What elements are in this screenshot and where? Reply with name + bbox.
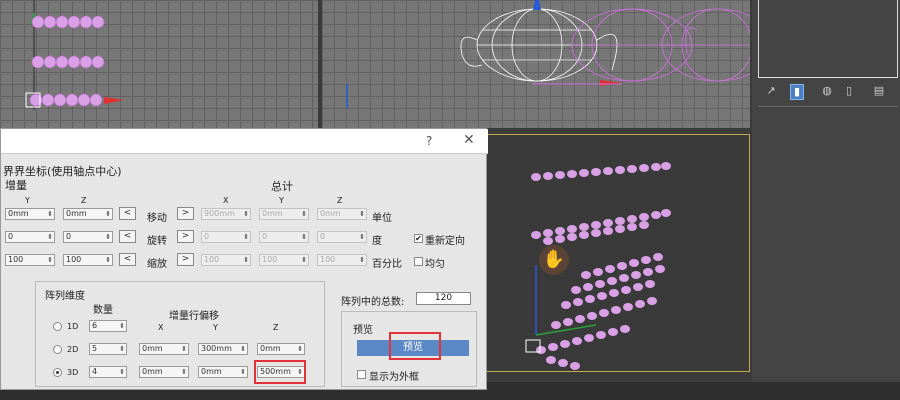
units-label: 单位 bbox=[372, 213, 392, 224]
modify-tab-icon[interactable]: ▮ bbox=[790, 84, 804, 100]
dialog-titlebar: ? ✕ bbox=[1, 129, 488, 154]
row-x-header: X bbox=[158, 323, 164, 332]
perspective-viewport[interactable]: ✋ bbox=[485, 134, 750, 372]
front-viewport-objects bbox=[346, 0, 750, 108]
tot-move-z[interactable]: 0mm ⬍ bbox=[317, 208, 367, 220]
inc-row-offset-label: 增量行偏移 bbox=[169, 311, 219, 322]
count-2d[interactable]: 5 ⬍ bbox=[89, 343, 127, 355]
row3d-z-highlight bbox=[254, 360, 306, 384]
tot-rotate-y[interactable]: 0 ⬍ bbox=[259, 231, 309, 243]
rotate-right-arrow[interactable]: > bbox=[177, 230, 194, 243]
hierarchy-icon[interactable]: ◍ bbox=[820, 84, 834, 100]
scale-label: 缩放 bbox=[147, 259, 167, 270]
move-label: 移动 bbox=[147, 213, 167, 224]
move-left-arrow[interactable]: < bbox=[119, 207, 136, 220]
radio-1d[interactable] bbox=[53, 322, 62, 331]
inc-move-y[interactable]: 0mm ⬍ bbox=[5, 208, 55, 220]
radio-3d[interactable] bbox=[53, 368, 62, 377]
command-panel: ↗ ▮ ◍ ▯ ▤ bbox=[752, 0, 900, 400]
move-right-arrow[interactable]: > bbox=[177, 207, 194, 220]
tot-y-header: Y bbox=[279, 196, 284, 205]
inc-move-z[interactable]: 0mm ⬍ bbox=[63, 208, 113, 220]
show-as-box-label: 显示为外框 bbox=[369, 372, 419, 383]
uniform-checkbox[interactable] bbox=[414, 257, 423, 266]
degrees-label: 度 bbox=[372, 236, 382, 247]
tot-move-x[interactable]: 900mm ⬍ bbox=[201, 208, 251, 220]
row-y-header: Y bbox=[213, 323, 218, 332]
tot-move-y[interactable]: 0mm ⬍ bbox=[259, 208, 309, 220]
inc-y-header: Y bbox=[25, 196, 30, 205]
tot-x-header: X bbox=[223, 196, 229, 205]
help-button[interactable]: ? bbox=[426, 134, 432, 148]
row-z-header: Z bbox=[273, 323, 279, 332]
left-viewport-objects bbox=[25, 0, 124, 110]
rotate-left-arrow[interactable]: < bbox=[119, 230, 136, 243]
preview-group-label: 预览 bbox=[353, 325, 373, 336]
array-dims-label: 阵列维度 bbox=[45, 291, 85, 302]
pin-icon[interactable]: ↗ bbox=[764, 84, 778, 100]
x-axis-gizmo bbox=[104, 97, 124, 104]
tot-scale-x[interactable]: 100 ⬍ bbox=[201, 254, 251, 266]
percent-label: 百分比 bbox=[372, 259, 402, 270]
inc-scale-y[interactable]: 100 ⬍ bbox=[5, 254, 55, 266]
show-as-box-checkbox[interactable] bbox=[357, 370, 366, 379]
scale-right-arrow[interactable]: > bbox=[177, 253, 194, 266]
label-3d: 3D bbox=[67, 368, 79, 377]
count-3d[interactable]: 4 ⬍ bbox=[89, 366, 127, 378]
row3d-y[interactable]: 0mm ⬍ bbox=[198, 366, 248, 378]
tot-z-header: Z bbox=[337, 196, 343, 205]
command-panel-header bbox=[758, 0, 898, 78]
front-viewport[interactable] bbox=[322, 0, 750, 128]
inc-z-header: Z bbox=[81, 196, 87, 205]
label-1d: 1D bbox=[67, 322, 79, 331]
row2d-y[interactable]: 300mm ⬍ bbox=[198, 343, 248, 355]
array-dialog: ? ✕ 界界坐标(使用轴点中心) 增量 总计 Y Z X Y Z 0mm ⬍ 0m… bbox=[0, 128, 488, 390]
label-2d: 2D bbox=[67, 345, 79, 354]
display-icon[interactable]: ▯ bbox=[842, 84, 856, 100]
count-label: 数量 bbox=[93, 305, 113, 316]
divider bbox=[758, 106, 898, 107]
uniform-label: 均匀 bbox=[425, 259, 445, 270]
reorient-checkbox[interactable]: ✔ bbox=[414, 234, 423, 243]
inc-rotate-z[interactable]: 0 ⬍ bbox=[63, 231, 113, 243]
row2d-x[interactable]: 0mm ⬍ bbox=[139, 343, 189, 355]
left-viewport[interactable] bbox=[0, 0, 318, 128]
close-button[interactable]: ✕ bbox=[463, 132, 475, 148]
tot-rotate-z[interactable]: 0 ⬍ bbox=[317, 231, 367, 243]
inc-rotate-y[interactable]: 0 ⬍ bbox=[5, 231, 55, 243]
perspective-objects bbox=[525, 162, 671, 370]
tot-rotate-x[interactable]: 0 ⬍ bbox=[201, 231, 251, 243]
incremental-label: 增量 bbox=[5, 179, 27, 192]
reorient-label: 重新定向 bbox=[425, 236, 465, 247]
count-1d[interactable]: 6 ⬍ bbox=[89, 320, 127, 332]
radio-2d[interactable] bbox=[53, 345, 62, 354]
row3d-x[interactable]: 0mm ⬍ bbox=[139, 366, 189, 378]
preview-highlight bbox=[389, 332, 441, 360]
rotate-label: 旋转 bbox=[147, 236, 167, 247]
tot-scale-y[interactable]: 100 ⬍ bbox=[259, 254, 309, 266]
scale-left-arrow[interactable]: < bbox=[119, 253, 136, 266]
totals-label: 总计 bbox=[271, 180, 293, 193]
total-in-array-label: 阵列中的总数: bbox=[341, 297, 405, 308]
hand-cursor-icon: ✋ bbox=[539, 245, 569, 275]
total-in-array-field: 120 bbox=[416, 292, 471, 305]
inc-scale-z[interactable]: 100 ⬍ bbox=[63, 254, 113, 266]
command-panel-tabs: ↗ ▮ ◍ ▯ ▤ bbox=[758, 82, 898, 102]
tot-scale-z[interactable]: 100 ⬍ bbox=[317, 254, 367, 266]
row2d-z[interactable]: 0mm ⬍ bbox=[257, 343, 305, 355]
utilities-icon[interactable]: ▤ bbox=[872, 84, 886, 100]
